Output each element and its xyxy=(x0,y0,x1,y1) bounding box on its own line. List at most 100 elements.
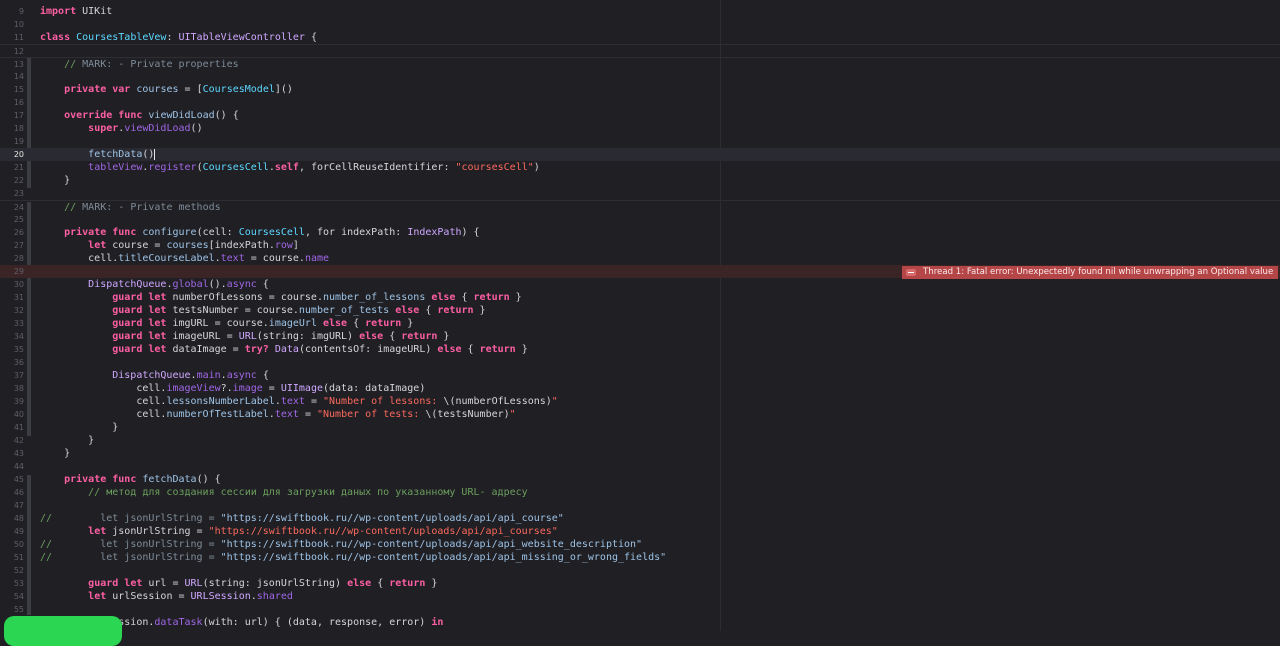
code-line[interactable]: 37 DispatchQueue.main.async { xyxy=(0,369,1280,382)
code-token: dataTask xyxy=(154,617,203,628)
code-line[interactable]: 38 cell.imageView?.image = UIImage(data:… xyxy=(0,382,1280,395)
code-token: ) xyxy=(533,162,540,173)
code-line[interactable]: 12 xyxy=(0,44,1280,57)
code-line[interactable]: 47 xyxy=(0,499,1280,512)
code-line[interactable]: 26 private func configure(cell: CoursesC… xyxy=(0,226,1280,239)
line-number: 16 xyxy=(13,98,24,107)
code-token: ?. xyxy=(220,383,233,394)
code-line[interactable]: 30 DispatchQueue.global().async { xyxy=(0,278,1280,291)
code-line[interactable]: 15 private var courses = [CoursesModel](… xyxy=(0,83,1280,96)
code-line[interactable]: 27 let course = courses[indexPath.row] xyxy=(0,239,1280,252)
code-line[interactable]: 21 tableView.register(CoursesCell.self, … xyxy=(0,161,1280,174)
code-line[interactable]: 10 xyxy=(0,18,1280,31)
code-line[interactable]: 18 super.viewDidLoad() xyxy=(0,122,1280,135)
code-line[interactable]: 23 xyxy=(0,187,1280,200)
code-token: } xyxy=(425,578,438,589)
code-token: { xyxy=(383,331,402,342)
code-line[interactable]: 54 let urlSession = URLSession.shared xyxy=(0,590,1280,603)
line-number: 54 xyxy=(13,592,24,601)
code-token: , forCellReuseIdentifier: xyxy=(298,162,456,173)
code-token: numberOfLessons = course. xyxy=(166,292,323,303)
code-line[interactable]: 51 // let jsonUrlString = "https://swiftb… xyxy=(0,551,1280,564)
code-token: (cell: xyxy=(196,227,239,238)
code-token: return xyxy=(479,344,516,355)
text-cursor xyxy=(154,148,156,160)
code-line[interactable]: 25 xyxy=(0,213,1280,226)
code-token: name xyxy=(304,253,330,264)
code-token: cell. xyxy=(40,396,167,407)
code-line[interactable]: 52 xyxy=(0,564,1280,577)
code-token: return xyxy=(401,331,438,342)
code-line[interactable]: 33 guard let imgURL = course.imageUrl el… xyxy=(0,317,1280,330)
code-text: import UIKit xyxy=(40,5,112,18)
line-number: 31 xyxy=(13,293,24,302)
code-line[interactable]: 17 override func viewDidLoad() { xyxy=(0,109,1280,122)
line-number: 32 xyxy=(13,306,24,315)
error-annotation[interactable]: Thread 1: Fatal error: Unexpectedly foun… xyxy=(902,266,1278,279)
code-line[interactable]: 31 guard let numberOfLessons = course.nu… xyxy=(0,291,1280,304)
code-line[interactable]: 34 guard let imageURL = URL(string: imgU… xyxy=(0,330,1280,343)
code-token: "https://swiftbook.ru//wp-content/upload… xyxy=(220,513,564,524)
code-line[interactable]: 45 private func fetchData() { xyxy=(0,473,1280,486)
code-token: jsonUrlString = xyxy=(106,526,209,537)
code-token: // xyxy=(40,59,83,70)
code-line[interactable]: 46 // метод для создания сессии для загр… xyxy=(0,486,1280,499)
code-line[interactable]: 11 class CoursesTableVew: UITableViewCont… xyxy=(0,31,1280,44)
code-token: urlSession = xyxy=(106,591,191,602)
code-token: let xyxy=(88,526,107,537)
code-token: = xyxy=(262,383,281,394)
code-token: image xyxy=(232,383,263,394)
code-line[interactable]: 35 guard let dataImage = try? Data(conte… xyxy=(0,343,1280,356)
code-text: let course = courses[indexPath.row] xyxy=(40,239,299,252)
code-token: cell. xyxy=(40,409,167,420)
code-line[interactable]: 56 urlSession.dataTask(with: url) { (dat… xyxy=(0,616,1280,629)
code-line[interactable]: 40 cell.numberOfTestLabel.text = "Number… xyxy=(0,408,1280,421)
code-line[interactable]: 39 cell.lessonsNumberLabel.text = "Numbe… xyxy=(0,395,1280,408)
code-editor[interactable]: 9 import UIKit 10 11 class CoursesTableVew: … xyxy=(0,0,1280,631)
code-line[interactable]: 48 // let jsonUrlString = "https://swiftb… xyxy=(0,512,1280,525)
code-line[interactable]: 13 // MARK: - Private properties xyxy=(0,57,1280,70)
code-line[interactable]: 53 guard let url = URL(string: jsonUrlSt… xyxy=(0,577,1280,590)
code-line[interactable]: 42 } xyxy=(0,434,1280,447)
code-token: imageUrl xyxy=(268,318,317,329)
line-number: 34 xyxy=(13,332,24,341)
code-token: number_of_lessons xyxy=(322,292,426,303)
floating-button[interactable] xyxy=(4,616,122,646)
code-line[interactable]: 19 xyxy=(0,135,1280,148)
code-line[interactable]: 9 import UIKit xyxy=(0,5,1280,18)
code-token: " xyxy=(551,396,558,407)
line-number: 45 xyxy=(13,475,24,484)
code-line[interactable]: 22 } xyxy=(0,174,1280,187)
code-line[interactable]: 43 } xyxy=(0,447,1280,460)
code-line[interactable]: 28 cell.titleCourseLabel.text = course.n… xyxy=(0,252,1280,265)
code-line[interactable]: 44 xyxy=(0,460,1280,473)
code-line[interactable]: 49 let jsonUrlString = "https://swiftboo… xyxy=(0,525,1280,538)
code-token: (string: jsonUrlString) xyxy=(202,578,348,589)
code-token: row xyxy=(274,240,293,251)
code-line[interactable]: 20 fetchData() xyxy=(0,148,1280,161)
code-token: URL xyxy=(184,578,203,589)
code-text: override func viewDidLoad() { xyxy=(40,109,239,122)
code-token: } xyxy=(437,331,450,342)
code-token: else xyxy=(347,578,372,589)
code-token: course = xyxy=(106,240,167,251)
code-token: imageURL = xyxy=(166,331,239,342)
code-line[interactable]: 41 } xyxy=(0,421,1280,434)
line-number: 51 xyxy=(13,553,24,562)
code-token: { xyxy=(347,318,366,329)
line-number: 47 xyxy=(13,501,24,510)
code-line[interactable]: 24 // MARK: - Private methods xyxy=(0,200,1280,213)
code-line[interactable]: 16 xyxy=(0,96,1280,109)
code-line[interactable]: 32 guard let testsNumber = course.number… xyxy=(0,304,1280,317)
code-line[interactable]: 36 xyxy=(0,356,1280,369)
line-number: 30 xyxy=(13,280,24,289)
code-token: CoursesCell xyxy=(238,227,305,238)
code-text: let urlSession = URLSession.shared xyxy=(40,590,293,603)
code-line[interactable]: 14 xyxy=(0,70,1280,83)
code-text: cell.lessonsNumberLabel.text = "Number o… xyxy=(40,395,558,408)
code-line[interactable]: 50 // let jsonUrlString = "https://swiftb… xyxy=(0,538,1280,551)
code-token: () { xyxy=(214,110,239,121)
code-line[interactable]: 55 xyxy=(0,603,1280,616)
